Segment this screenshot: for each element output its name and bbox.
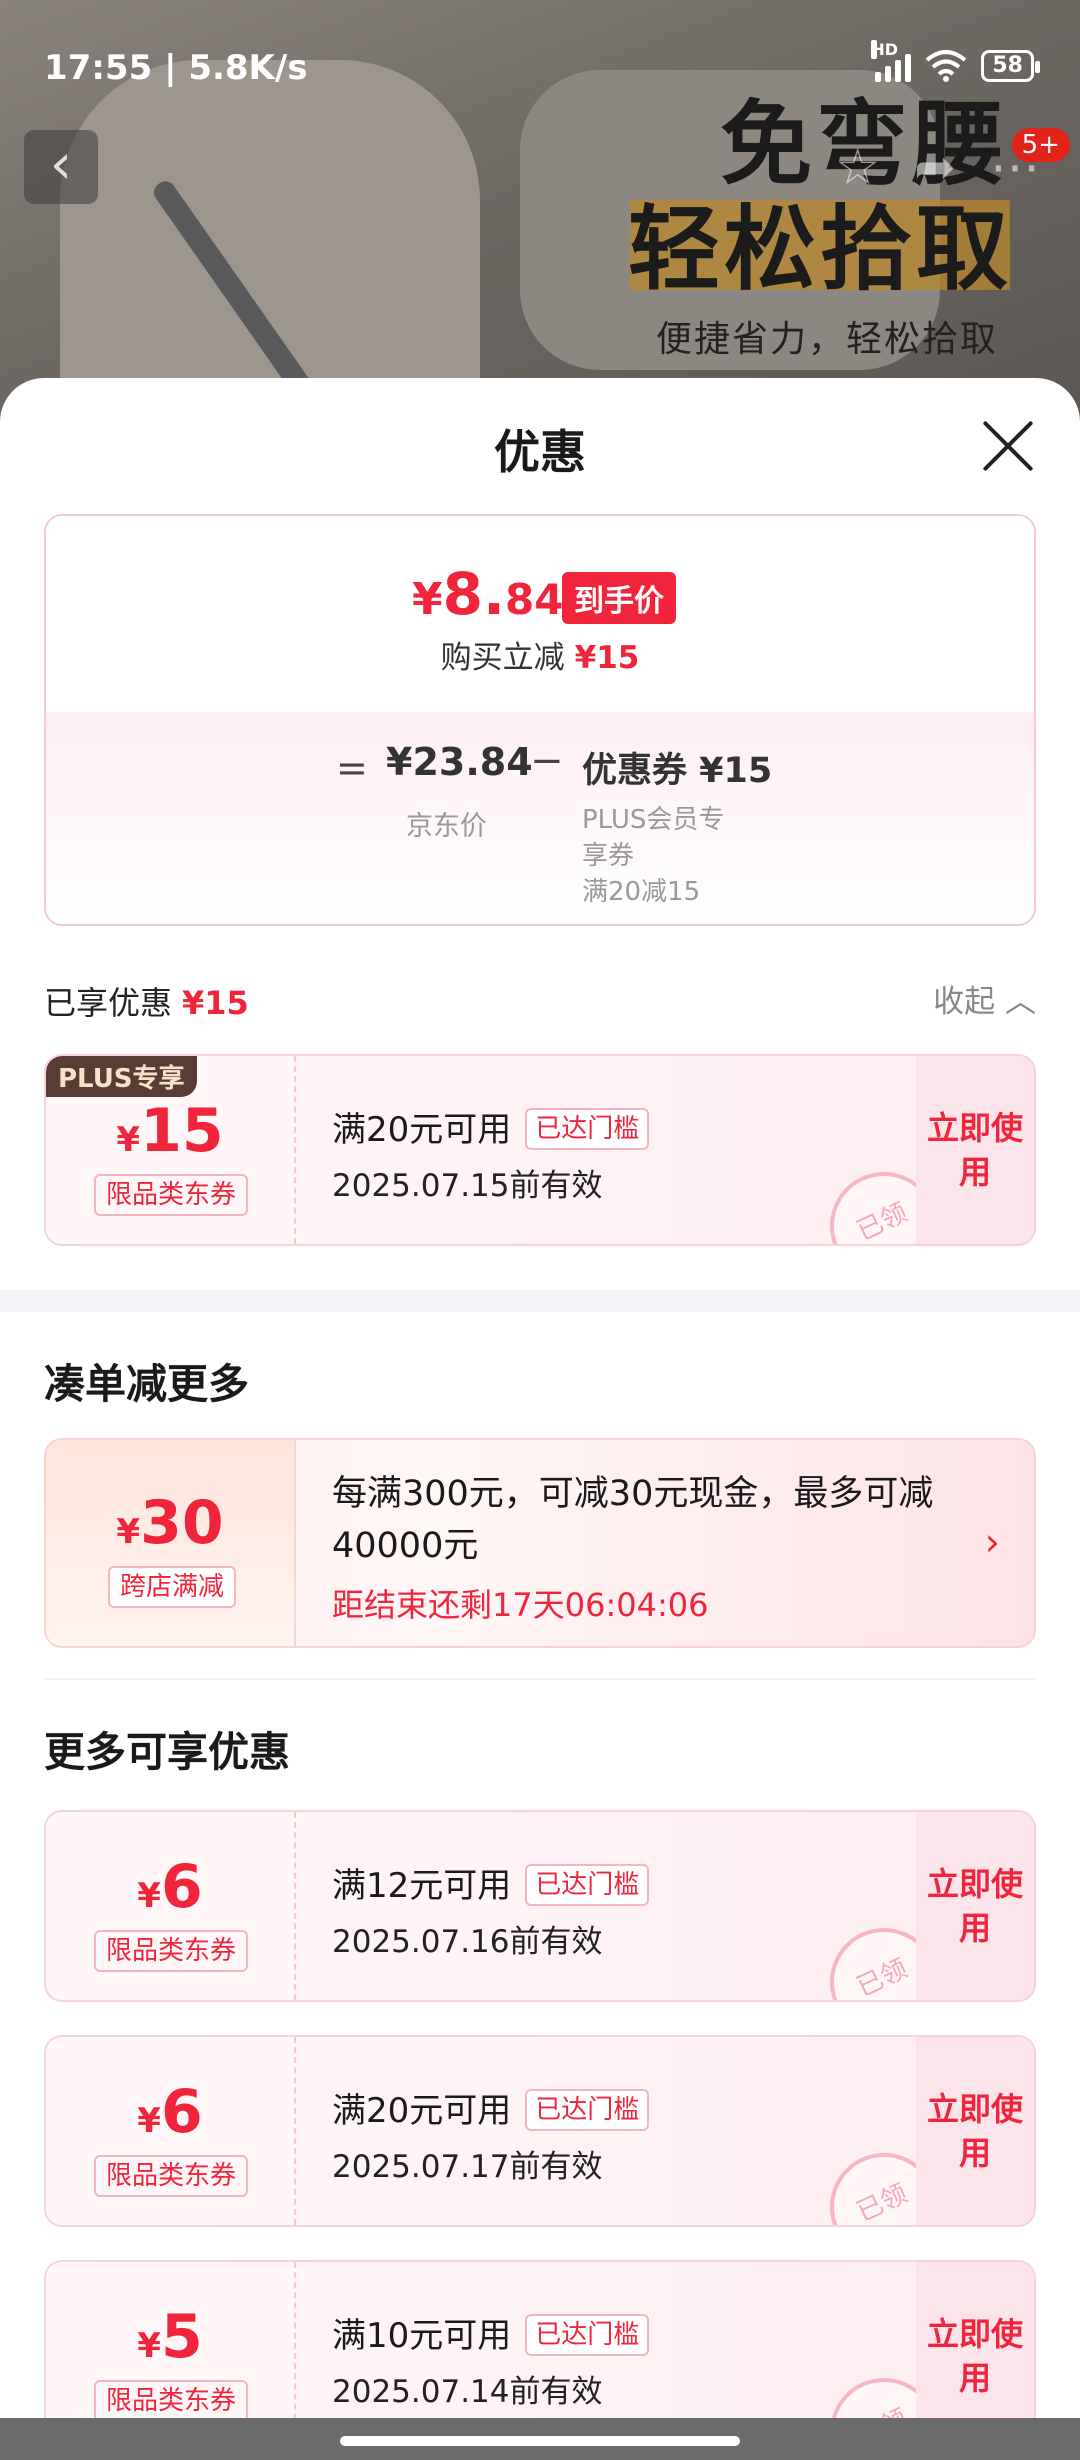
coupon-condition-text: 满12元可用 (332, 1866, 512, 1906)
coupon-deduction: 优惠券 ¥15 (582, 751, 773, 791)
final-price-area: ¥8.84 到手价 购买立减 ¥15 (46, 516, 1034, 712)
use-now-button[interactable]: 立即使用 (916, 1812, 1034, 2000)
coupon-amount: 6 (160, 1852, 203, 1922)
promo-countdown: 距结束还剩17天06:04:06 (332, 1586, 709, 1624)
coupon-condition-text: 满20元可用 (332, 2091, 512, 2131)
section-title-more-orders: 凑单减更多 (44, 1360, 249, 1408)
price-breakdown-card: ¥8.84 到手价 购买立减 ¥15 = ¥23.84 京东价 − 优惠券 ¥15… (44, 514, 1036, 926)
use-now-button[interactable]: 立即使用 (916, 2037, 1034, 2225)
coupon-value: ¥6 (46, 1852, 294, 1922)
coupon-type: 限品类东券 (94, 2380, 248, 2418)
coupon-condition: 满10元可用 已达门槛 (332, 2308, 650, 2357)
coupon-card[interactable]: ¥15 限品类东券 PLUS专享 满20元可用 已达门槛 2025.07.15前有… (44, 1054, 1036, 1246)
enjoyed-amount: ¥15 (182, 984, 249, 1022)
coupon-amount: 5 (160, 2302, 203, 2372)
cross-store-promo-card[interactable]: ¥30 跨店满减 每满300元，可减30元现金，最多可减40000元 距结束还剩… (44, 1438, 1036, 1648)
minus-sign: − (530, 738, 564, 784)
coupon-condition-text: 满10元可用 (332, 2316, 512, 2356)
promo-description: 每满300元，可减30元现金，最多可减40000元 (332, 1474, 934, 1566)
wifi-icon (925, 50, 967, 82)
coupon-value: ¥6 (46, 2077, 294, 2147)
promo-value-area: ¥30 跨店满减 (46, 1440, 296, 1646)
final-price-int: 8. (442, 560, 506, 628)
home-gesture-handle[interactable] (340, 2436, 740, 2446)
instant-reduce-label: 购买立减 (440, 640, 565, 676)
threshold-badge: 已达门槛 (525, 1108, 650, 1150)
coupon-yen: ¥ (137, 1876, 161, 1916)
coupon-card[interactable]: ¥5 限品类东券 满10元可用已达门槛 2025.07.14前有效 已领 立即使… (44, 2260, 1036, 2418)
threshold-badge: 已达门槛 (525, 2314, 650, 2356)
final-price-tag: 到手价 (562, 572, 676, 624)
coupon-value-area: ¥5 限品类东券 (46, 2262, 296, 2418)
enjoyed-discount: 已享优惠 ¥15 (44, 978, 249, 1024)
coupon-condition: 满12元可用 已达门槛 (332, 1858, 650, 1907)
final-price: ¥8.84 (412, 560, 563, 628)
coupon-yen: ¥ (137, 2101, 161, 2141)
coupon-yen: ¥ (116, 1120, 141, 1160)
discount-sheet: 优惠 ¥8.84 到手价 购买立减 ¥15 = ¥23.84 京东价 − 优惠券 … (0, 378, 1080, 2418)
plus-exclusive-tag: PLUS专享 (46, 1056, 197, 1097)
coupon-card[interactable]: ¥6 限品类东券 满20元可用 已达门槛 2025.07.17前有效 已领 立即使… (44, 2035, 1036, 2227)
equals-sign: = (336, 746, 368, 790)
jd-price-value: ¥23.84 (386, 740, 533, 784)
enjoyed-label: 已享优惠 (44, 984, 173, 1022)
battery-icon: 58 (981, 50, 1040, 82)
section-divider (0, 1290, 1080, 1312)
coupon-desc-line-2: 满20减15 (582, 877, 701, 907)
promo-amount: 30 (140, 1488, 224, 1558)
coupon-expiry: 2025.07.14前有效 (332, 2374, 603, 2410)
coupon-condition: 满20元可用 已达门槛 (332, 2083, 650, 2132)
coupon-expiry: 2025.07.16前有效 (332, 1924, 603, 1960)
promo-yen: ¥ (116, 1512, 141, 1552)
use-now-button[interactable]: 立即使用 (916, 2262, 1034, 2418)
coupon-value-area: ¥6 限品类东券 (46, 1812, 296, 2000)
coupon-card[interactable]: ¥6 限品类东券 满12元可用 已达门槛 2025.07.16前有效 已领 立即使… (44, 1810, 1036, 2002)
collapse-button[interactable]: 收起 ︿ (933, 976, 1036, 1021)
threshold-badge: 已达门槛 (525, 1864, 650, 1906)
banner-subline: 便捷省力，轻松拾取 (656, 319, 999, 360)
share-icon[interactable]: ➦ (914, 138, 956, 196)
status-time-speed: 17:55 | 5.8K/s (44, 48, 308, 88)
coupon-type: 限品类东券 (94, 1930, 248, 1972)
sheet-title: 优惠 (494, 425, 586, 479)
use-now-button[interactable]: 立即使用 (916, 1056, 1034, 1244)
section-divider-line (44, 1678, 1036, 1680)
coupon-value: ¥5 (46, 2302, 294, 2372)
coupon-yen: ¥ (137, 2326, 161, 2366)
signal-icon: HD (871, 40, 912, 82)
product-photo-person (60, 60, 480, 420)
coupon-amount: 15 (140, 1096, 224, 1166)
coupon-value-area: ¥6 限品类东券 (46, 2037, 296, 2225)
coupon-condition-text: 满20元可用 (332, 1110, 512, 1150)
instant-reduce-line: 购买立减 ¥15 (46, 632, 1034, 677)
coupon-expiry: 2025.07.17前有效 (332, 2149, 603, 2185)
coupon-type: 限品类东券 (94, 1174, 248, 1216)
coupon-amount: 6 (160, 2077, 203, 2147)
chevron-right-icon[interactable]: › (985, 1520, 1000, 1564)
section-title-more-offers: 更多可享优惠 (44, 1728, 290, 1776)
top-action-icons: ☆ ➦ ⋯ (835, 138, 1040, 196)
final-price-yen: ¥ (412, 574, 443, 625)
chevron-left-icon: ‹ (49, 132, 73, 197)
jd-price-label: 京东价 (406, 811, 487, 842)
coupon-type: 限品类东券 (94, 2155, 248, 2197)
coupon-expiry: 2025.07.15前有效 (332, 1168, 603, 1204)
hd-label: HD (871, 40, 899, 59)
coupon-condition: 满20元可用 已达门槛 (332, 1102, 650, 1151)
instant-reduce-amount: ¥15 (574, 640, 640, 676)
coupon-desc-line-1: PLUS会员专享券 (582, 805, 725, 871)
coupon-value: ¥15 (46, 1096, 294, 1166)
star-icon[interactable]: ☆ (835, 138, 880, 196)
back-button[interactable]: ‹ (24, 130, 98, 204)
price-formula-area: = ¥23.84 京东价 − 优惠券 ¥15 PLUS会员专享券满20减15 (46, 712, 1034, 924)
final-price-dec: 84 (505, 575, 564, 624)
promo-type: 跨店满减 (108, 1566, 236, 1608)
message-badge: 5+ (1011, 128, 1070, 162)
threshold-badge: 已达门槛 (525, 2089, 650, 2131)
promo-value: ¥30 (46, 1488, 294, 1558)
status-icons: HD 58 (871, 40, 1040, 82)
coupon-deduction-desc: PLUS会员专享券满20减15 (582, 802, 742, 910)
close-icon[interactable] (980, 418, 1036, 474)
